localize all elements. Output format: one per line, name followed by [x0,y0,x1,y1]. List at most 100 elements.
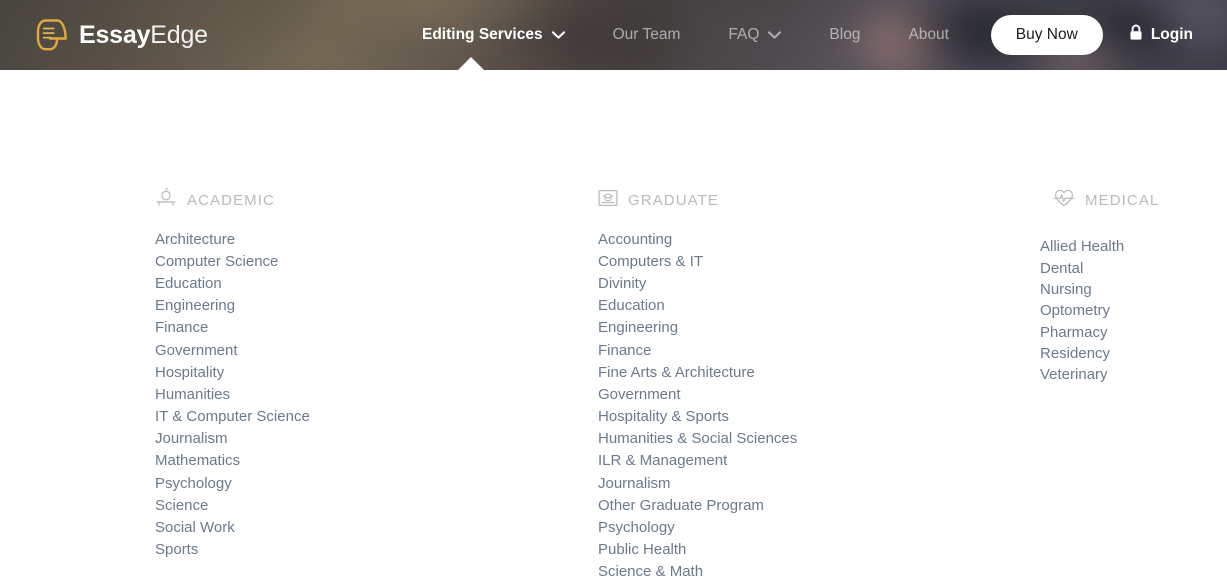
nav-item-about[interactable]: About [884,0,973,70]
menu-link-hospitality[interactable]: Hospitality [155,361,224,383]
brand-word-edge: Edge [150,20,208,49]
menu-link-veterinary[interactable]: Veterinary [1040,364,1108,385]
menu-link-education-graduate[interactable]: Education [598,295,665,317]
menu-link-journalism[interactable]: Journalism [155,428,228,450]
nav-item-blog[interactable]: Blog [805,0,884,70]
menu-link-public-health[interactable]: Public Health [598,539,686,561]
list-item: Residency [1040,343,1124,364]
menu-link-hospitality-sports[interactable]: Hospitality & Sports [598,406,729,428]
nav-item-our-team[interactable]: Our Team [589,0,705,70]
menu-link-science[interactable]: Science [155,494,208,516]
list-item: Finance [598,339,797,361]
menu-link-pharmacy[interactable]: Pharmacy [1040,322,1108,343]
menu-link-science-math[interactable]: Science & Math [598,561,703,577]
menu-link-engineering-graduate[interactable]: Engineering [598,317,678,339]
apple-on-desk-icon [155,187,177,214]
mega-column-medical-list: Allied Health Dental Nursing Optometry P… [1040,236,1124,386]
menu-link-nursing[interactable]: Nursing [1040,279,1092,300]
menu-link-journalism-graduate[interactable]: Journalism [598,472,671,494]
nav-label-our-team: Our Team [612,26,681,43]
nav-label-about: About [908,26,949,43]
list-item: Pharmacy [1040,322,1124,343]
menu-link-education[interactable]: Education [155,272,222,294]
list-item: Education [598,295,797,317]
menu-link-fine-arts-architecture[interactable]: Fine Arts & Architecture [598,361,755,383]
menu-link-psychology[interactable]: Psychology [155,472,232,494]
list-item: Science [155,494,310,516]
list-item: Government [155,339,310,361]
list-item: Journalism [155,428,310,450]
list-item: Allied Health [1040,236,1124,257]
menu-link-engineering[interactable]: Engineering [155,295,235,317]
mega-column-graduate-header: GRADUATE [598,183,719,217]
nav-label-editing-services: Editing Services [422,26,543,43]
graduation-cap-frame-icon [598,188,618,213]
menu-link-finance-graduate[interactable]: Finance [598,339,651,361]
menu-link-computer-science[interactable]: Computer Science [155,250,278,272]
nav-item-faq[interactable]: FAQ [704,0,805,70]
buy-now-button[interactable]: Buy Now [990,15,1103,55]
menu-link-optometry[interactable]: Optometry [1040,300,1110,321]
menu-link-ilr-management[interactable]: ILR & Management [598,450,727,472]
mega-column-academic-title: ACADEMIC [187,191,275,209]
list-item: Finance [155,317,310,339]
menu-link-dental[interactable]: Dental [1040,257,1083,278]
menu-link-it-computer-science[interactable]: IT & Computer Science [155,406,310,428]
mega-column-academic-list: Architecture Computer Science Education … [155,228,310,561]
menu-link-psychology-graduate[interactable]: Psychology [598,516,675,538]
menu-link-social-work[interactable]: Social Work [155,516,235,538]
menu-link-mathematics[interactable]: Mathematics [155,450,240,472]
active-nav-pointer-triangle [458,57,484,70]
header-actions: Buy Now Login [990,0,1193,70]
list-item: Engineering [598,317,797,339]
site-header: EssayEdge Editing Services Our Team FAQ [0,0,1227,70]
list-item: Optometry [1040,300,1124,321]
nav-label-faq: FAQ [728,26,760,43]
list-item: Dental [1040,257,1124,278]
list-item: Mathematics [155,450,310,472]
menu-link-finance[interactable]: Finance [155,317,208,339]
list-item: Psychology [598,516,797,538]
menu-link-architecture[interactable]: Architecture [155,228,235,250]
brand-word-essay: Essay [79,20,151,49]
list-item: Science & Math [598,561,797,577]
list-item: Education [155,272,310,294]
heart-pulse-icon [1053,188,1075,213]
list-item: Psychology [155,472,310,494]
list-item: Hospitality [155,361,310,383]
mega-column-graduate-list: Accounting Computers & IT Divinity Educa… [598,228,797,577]
list-item: Humanities & Social Sciences [598,428,797,450]
list-item: Other Graduate Program [598,494,797,516]
menu-link-government[interactable]: Government [155,339,238,361]
list-item: Sports [155,539,310,561]
list-item: Public Health [598,539,797,561]
menu-link-allied-health[interactable]: Allied Health [1040,236,1124,257]
list-item: Divinity [598,272,797,294]
menu-link-humanities[interactable]: Humanities [155,383,230,405]
list-item: Computer Science [155,250,310,272]
login-link[interactable]: Login [1129,24,1193,46]
menu-link-government-graduate[interactable]: Government [598,383,681,405]
menu-link-residency[interactable]: Residency [1040,343,1110,364]
list-item: Nursing [1040,279,1124,300]
menu-link-other-graduate-program[interactable]: Other Graduate Program [598,494,764,516]
essayedge-page-logo-icon [34,16,70,54]
mega-column-graduate-title: GRADUATE [628,191,720,209]
list-item: Humanities [155,383,310,405]
menu-link-computers-it[interactable]: Computers & IT [598,250,703,272]
list-item: Government [598,383,797,405]
lock-icon [1129,24,1143,46]
menu-link-divinity[interactable]: Divinity [598,272,646,294]
menu-link-humanities-social-sciences[interactable]: Humanities & Social Sciences [598,428,797,450]
nav-item-editing-services[interactable]: Editing Services [398,0,589,70]
brand-logo-link[interactable]: EssayEdge [34,16,208,54]
list-item: Hospitality & Sports [598,406,797,428]
login-label: Login [1150,26,1193,43]
menu-link-sports[interactable]: Sports [155,539,198,561]
menu-link-accounting[interactable]: Accounting [598,228,672,250]
mega-column-medical-title: MEDICAL [1085,191,1160,209]
list-item: Veterinary [1040,364,1124,385]
list-item: Journalism [598,472,797,494]
list-item: ILR & Management [598,450,797,472]
editing-services-mega-menu: ACADEMIC Architecture Computer Science E… [0,70,1227,577]
